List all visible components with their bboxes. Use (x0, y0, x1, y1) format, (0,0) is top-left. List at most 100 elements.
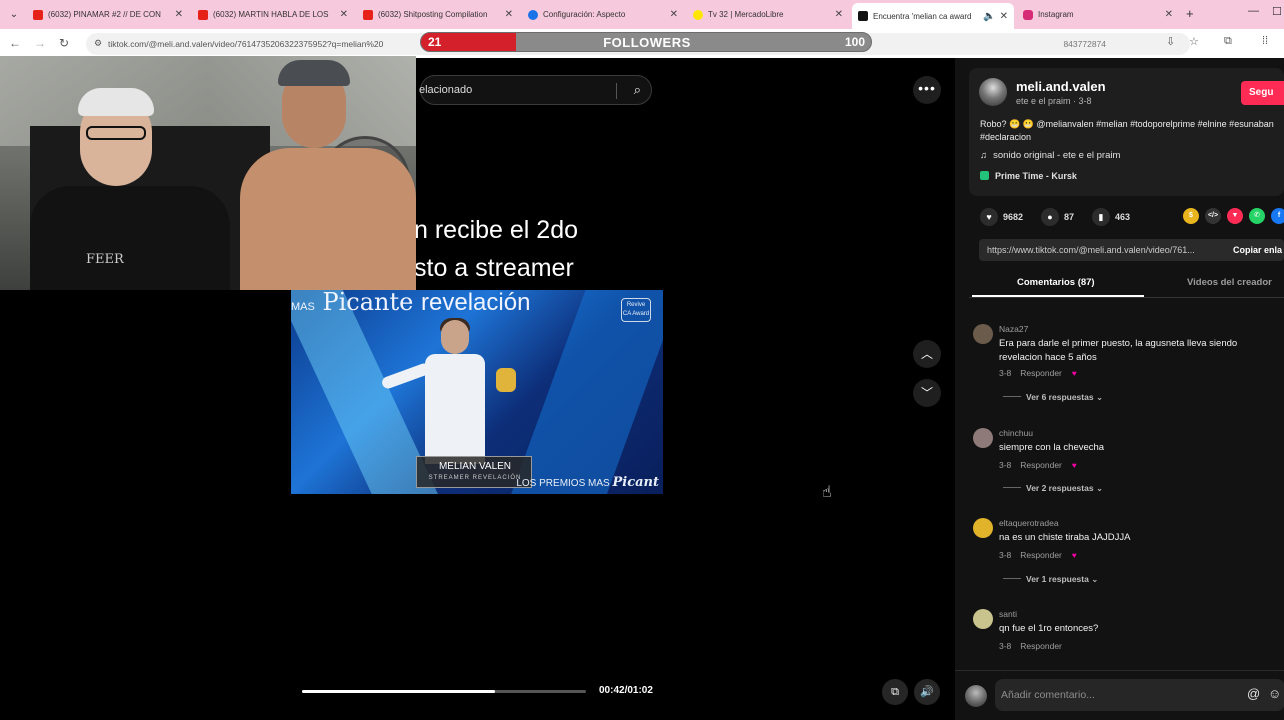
tab-title: Tv 32 | MercadoLibre (708, 10, 784, 19)
comment-username[interactable]: santi (999, 609, 1017, 619)
new-tab-button[interactable]: + (1186, 6, 1194, 21)
avatar[interactable] (973, 324, 993, 344)
comment-button[interactable]: ● 87 (1041, 208, 1074, 226)
browser-tab[interactable]: (6032) Shitposting Compilation ✕ (357, 4, 519, 25)
divider-line (1003, 487, 1021, 488)
close-icon[interactable]: ✕ (1000, 11, 1008, 22)
save-button[interactable]: ▮ 463 (1092, 208, 1130, 226)
close-icon[interactable]: ✕ (340, 9, 348, 20)
browser-tab[interactable]: Configuración: Aspecto ✕ (522, 4, 684, 25)
url-text: tiktok.com/@meli.and.valen/video/7614735… (108, 39, 384, 49)
facebook-icon[interactable]: f (1271, 208, 1284, 224)
browser-tab[interactable]: (6032) PINAMAR #2 // DE CON ✕ (27, 4, 189, 25)
reply-button[interactable]: Responder (1020, 460, 1062, 470)
post-username[interactable]: meli.and.valen (1016, 79, 1106, 94)
minimize-icon[interactable]: — (1248, 5, 1259, 17)
browser-tab-active[interactable]: Encuentra 'melian ca award 🔈 ✕ (852, 3, 1014, 29)
comment-meta: 3-8 Responder (999, 641, 1062, 651)
more-options-button[interactable]: ••• (913, 76, 941, 104)
comment-username[interactable]: Naza27 (999, 324, 1028, 334)
tab-title: Instagram (1038, 10, 1074, 19)
reply-button[interactable]: Responder (1020, 641, 1062, 651)
browser-tab-bar: ⌄ (6032) PINAMAR #2 // DE CON ✕ (6032) M… (0, 0, 1284, 29)
avatar[interactable] (973, 518, 993, 538)
avatar[interactable] (979, 78, 1007, 106)
comment-meta: 3-8 Responder ♥ (999, 460, 1077, 470)
avatar[interactable] (965, 685, 987, 707)
comment-date: 3-8 (999, 368, 1012, 378)
lower-third-name: MELIAN VALEN (438, 461, 512, 472)
picture-in-picture-button[interactable]: ⧉ (882, 679, 908, 705)
close-icon[interactable]: ✕ (670, 9, 678, 20)
avatar[interactable] (973, 609, 993, 629)
award-badge: Revive CA Award (621, 298, 651, 322)
video-caption-line: revelación (421, 289, 531, 316)
view-replies-button[interactable]: Ver 2 respuestas ⌄ (1003, 483, 1103, 494)
maximize-icon[interactable]: ☐ (1272, 5, 1282, 18)
reply-button[interactable]: Responder (1020, 368, 1062, 378)
close-icon[interactable]: ✕ (175, 9, 183, 20)
profile-icon[interactable]: ⁞⁞ (1262, 35, 1268, 47)
comment-input[interactable] (1001, 686, 1221, 704)
search-icon[interactable]: ⌕ (634, 82, 641, 98)
post-subtitle: ete e el praim · 3-8 (1016, 96, 1092, 106)
tab-comments[interactable]: Comentarios (87) (1017, 277, 1095, 288)
next-video-button[interactable]: ﹀ (913, 379, 941, 407)
screen: ⌄ (6032) PINAMAR #2 // DE CON ✕ (6032) M… (0, 0, 1284, 720)
tab-creator-videos[interactable]: Videos del creador (1187, 277, 1272, 288)
tab-search-dropdown[interactable]: ⌄ (6, 6, 22, 22)
webcam-person-left (30, 186, 230, 290)
mention-icon[interactable]: @ (1247, 686, 1260, 701)
like-button[interactable]: ♥ 9682 (980, 208, 1023, 226)
tiktok-icon (858, 11, 868, 21)
speaker-icon: 🔊 (920, 686, 934, 698)
search-bar[interactable]: elacionado ⌕ (419, 75, 652, 105)
bookmark-star-icon[interactable]: ☆ (1189, 35, 1199, 48)
emoji-icon[interactable]: ☺ (1268, 686, 1281, 701)
avatar[interactable] (973, 428, 993, 448)
clip-footer-prefix: LOS PREMIOS MAS (516, 478, 610, 489)
search-divider (616, 83, 617, 99)
comment-composer: @ ☺ (955, 670, 1284, 720)
back-arrow-icon[interactable]: ← (9, 36, 21, 50)
video-progress-bar[interactable] (302, 690, 586, 693)
send-icon[interactable]: ▼ (1227, 208, 1243, 224)
coin-share-icon[interactable]: $ (1183, 208, 1199, 224)
volume-button[interactable]: 🔊 (914, 679, 940, 705)
reply-button[interactable]: Responder (1020, 550, 1062, 560)
comment-input-box[interactable]: @ ☺ (995, 679, 1284, 711)
copy-link-button[interactable]: Copiar enla (1233, 245, 1282, 255)
close-icon[interactable]: ✕ (505, 9, 513, 20)
comment-meta: 3-8 Responder ♥ (999, 368, 1077, 378)
search-query: elacionado (419, 84, 473, 96)
music-tag[interactable]: Prime Time - Kursk (980, 171, 1077, 181)
install-app-icon[interactable]: ⇩ (1166, 35, 1175, 48)
reload-icon[interactable]: ↻ (59, 36, 69, 50)
browser-tab[interactable]: Tv 32 | MercadoLibre ✕ (687, 4, 849, 25)
view-replies-button[interactable]: Ver 6 respuestas ⌄ (1003, 392, 1103, 403)
bookmark-icon: ▮ (1092, 208, 1110, 226)
comment-username[interactable]: chinchuu (999, 428, 1033, 438)
browser-tab[interactable]: (6032) MARTIN HABLA DE LOS ✕ (192, 4, 354, 25)
video-link-box[interactable]: https://www.tiktok.com/@meli.and.valen/v… (979, 239, 1284, 261)
site-info-icon[interactable]: ⚙ (94, 38, 102, 49)
creator-liked-icon: ♥ (1071, 369, 1077, 378)
close-icon[interactable]: ✕ (1165, 9, 1173, 20)
forward-arrow-icon[interactable]: → (34, 36, 46, 50)
previous-video-button[interactable]: ︿ (913, 340, 941, 368)
clip-header-brand: Picante (322, 288, 414, 316)
comment-username[interactable]: eltaquerotradea (999, 518, 1059, 528)
post-sound[interactable]: ♫ sonido original - ete e el praim (980, 150, 1120, 161)
extensions-icon[interactable]: ⧉ (1224, 35, 1232, 48)
comment-text: Era para darle el primer puesto, la agus… (999, 338, 1238, 363)
follow-button[interactable]: Segu (1241, 81, 1284, 105)
speaker-icon[interactable]: 🔈 (983, 11, 995, 22)
comment-icon: ● (1041, 208, 1059, 226)
whatsapp-icon[interactable]: ✆ (1249, 208, 1265, 224)
close-icon[interactable]: ✕ (835, 9, 843, 20)
webcam-person-left-hair (78, 88, 154, 116)
view-replies-button[interactable]: Ver 1 respuesta ⌄ (1003, 574, 1098, 585)
video-caption-line: n recibe el 2do (414, 216, 579, 244)
embed-icon[interactable]: </> (1205, 208, 1221, 224)
browser-tab[interactable]: Instagram ✕ (1017, 4, 1179, 25)
